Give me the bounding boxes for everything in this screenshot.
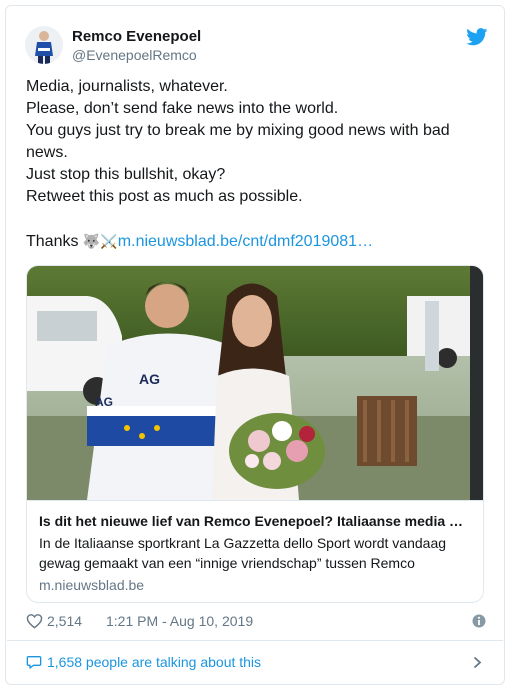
tweet-meta-row: 2,514 1:21 PM - Aug 10, 2019 [26, 612, 486, 632]
avatar[interactable] [25, 26, 63, 64]
speech-bubble-icon [26, 656, 42, 669]
card-photo[interactable]: AG AG [27, 266, 484, 500]
like-count[interactable]: 2,514 [47, 613, 82, 629]
author-handle[interactable]: @EvenepoelRemco [72, 47, 197, 63]
tweet-line: You guys just try to break me by mixing … [26, 122, 450, 139]
card-domain: m.nieuwsblad.be [39, 577, 145, 593]
divider [7, 640, 503, 641]
wolf-swords-emoji-icon: 🐺⚔️ [82, 233, 118, 249]
tweet-line: Retweet this post as much as possible. [26, 188, 303, 205]
card-text-area[interactable]: Is dit het nieuwe lief van Remco Evenepo… [27, 500, 483, 602]
author-display-name[interactable]: Remco Evenepoel [72, 28, 201, 45]
tweet-thanks-line: Thanks 🐺⚔️m.nieuwsblad.be/cnt/dmf2019081… [26, 230, 486, 253]
chevron-right-icon[interactable] [473, 656, 482, 669]
talking-about-row[interactable]: 1,658 people are talking about this [26, 652, 486, 674]
twitter-bird-icon[interactable] [466, 28, 488, 46]
jersey-sponsor-text: AG [95, 395, 113, 409]
tweet-card[interactable]: Remco Evenepoel @EvenepoelRemco Media, j… [5, 5, 505, 685]
tweet-line: news. [26, 144, 68, 161]
link-preview-card[interactable]: AG AG Is dit het nieuwe lief van Remco E… [26, 265, 484, 603]
talking-about-label[interactable]: 1,658 people are talking about this [47, 654, 261, 670]
tweet-line: Just stop this bullshit, okay? [26, 166, 226, 183]
thanks-text: Thanks [26, 233, 83, 250]
tweet-text: Media, journalists, whatever. Please, do… [26, 76, 486, 253]
timestamp[interactable]: 1:21 PM - Aug 10, 2019 [106, 613, 253, 629]
info-icon[interactable] [472, 614, 486, 628]
tweet-link[interactable]: m.nieuwsblad.be/cnt/dmf2019081… [118, 233, 373, 250]
tweet-line: Please, don’t send fake news into the wo… [26, 100, 339, 117]
card-description: In de Italiaanse sportkrant La Gazzetta … [39, 535, 447, 571]
jersey-sponsor-text: AG [139, 371, 160, 387]
heart-icon[interactable] [26, 613, 43, 629]
tweet-line: Media, journalists, whatever. [26, 78, 228, 95]
card-title[interactable]: Is dit het nieuwe lief van Remco Evenepo… [39, 513, 473, 529]
